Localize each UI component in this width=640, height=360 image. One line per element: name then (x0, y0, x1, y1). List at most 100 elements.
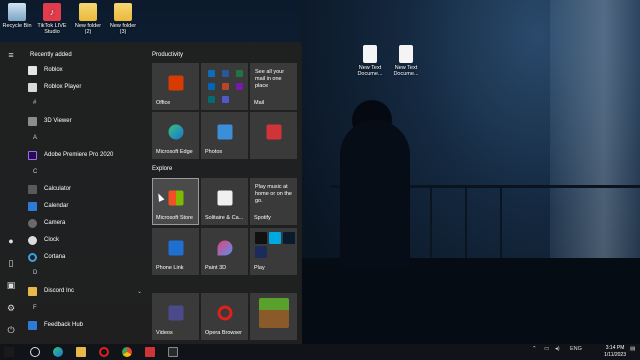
tile-play[interactable]: Play (250, 228, 297, 275)
notifications-icon[interactable]: ▤ (630, 346, 635, 352)
app-list: Recently added Roblox Roblox Player # 3D… (22, 42, 147, 344)
opera-icon (217, 305, 232, 321)
tile-label: Spotify (254, 215, 271, 221)
tile-videos[interactable]: Videos (152, 293, 199, 340)
start-button[interactable] (4, 347, 14, 357)
tile-label: Mail (254, 100, 265, 106)
desktop-icon-new-text-document[interactable]: New Text Docume... (389, 45, 423, 78)
tile-label: Office (156, 100, 171, 106)
tile-phone-link[interactable]: Phone Link (152, 228, 199, 275)
wallpaper-rail-bar (465, 188, 467, 258)
language-indicator[interactable]: ENG (570, 346, 582, 352)
opera-taskbar-icon[interactable] (99, 347, 109, 357)
outlook-icon (208, 70, 215, 77)
desktop-icon-new-folder-2[interactable]: New folder (2) (71, 3, 105, 36)
calculator-icon (28, 184, 37, 194)
app-label: Cortana (44, 254, 66, 260)
hamburger-menu-icon[interactable]: ≡ (6, 50, 16, 60)
tile-photos[interactable]: Photos (201, 112, 248, 159)
tile-news[interactable] (250, 112, 297, 159)
tile-minecraft[interactable] (250, 293, 297, 340)
volume-icon[interactable]: ◂) (555, 346, 560, 352)
pictures-icon[interactable]: ▣ (6, 280, 16, 290)
documents-icon[interactable]: ▯ (6, 258, 16, 268)
teams-icon (222, 96, 229, 103)
desktop-icon-new-text-document[interactable]: New Text Docume... (353, 45, 387, 78)
power-icon[interactable]: ⏻ (6, 325, 16, 335)
tile-office[interactable]: Office (152, 63, 199, 110)
app-feedback-hub[interactable]: Feedback Hub (28, 318, 146, 332)
tile-solitaire[interactable]: Solitaire & Ca... (201, 178, 248, 225)
news-icon (266, 124, 281, 140)
camera-icon (28, 218, 37, 228)
desktop-icon-new-folder-3[interactable]: New folder (3) (106, 3, 140, 36)
app-discord-inc-folder[interactable]: Discord Inc ⌄ (28, 284, 146, 298)
calendar-icon (28, 201, 37, 211)
user-avatar-icon[interactable]: ● (6, 236, 16, 246)
app-cortana[interactable]: Cortana (28, 250, 146, 264)
group-title-productivity: Productivity (152, 52, 184, 58)
start-rail: ≡ ● ▯ ▣ ⚙ ⏻ (0, 42, 22, 344)
settings-gear-icon[interactable]: ⚙ (6, 303, 16, 313)
folder-icon (28, 286, 37, 296)
app-clock[interactable]: Clock (28, 233, 146, 247)
section-letter[interactable]: F (33, 305, 37, 311)
edge-icon (168, 124, 183, 140)
group-title-explore: Explore (152, 166, 173, 172)
app-calendar[interactable]: Calendar (28, 199, 146, 213)
folder-icon (114, 3, 132, 21)
recycle-bin-icon (8, 3, 26, 21)
section-letter[interactable]: # (33, 100, 36, 106)
app-label: Discord Inc (44, 288, 75, 294)
tile-microsoft-edge[interactable]: Microsoft Edge (152, 112, 199, 159)
taskbar: ⌃ ▭ ◂) ENG 3:14 PM 1/11/2023 ▤ (0, 344, 640, 360)
section-letter[interactable]: D (33, 270, 37, 276)
tile-label: Play (254, 265, 265, 271)
tile-office-apps[interactable] (201, 63, 248, 110)
network-icon[interactable]: ▭ (544, 346, 549, 352)
tray-overflow-icon[interactable]: ⌃ (532, 346, 537, 352)
app-3d-viewer[interactable]: 3D Viewer (28, 114, 146, 128)
minecraft-icon (258, 297, 289, 328)
clock-date: 1/11/2023 (604, 351, 626, 358)
tile-label: Solitaire & Ca... (205, 215, 244, 221)
app-tile-icon (283, 232, 295, 244)
section-letter[interactable]: A (33, 135, 37, 141)
tile-label: Videos (156, 330, 173, 336)
tile-label: Paint 3D (205, 265, 227, 271)
desktop-icon-label: New folder (2) (74, 23, 102, 36)
roblox-player-icon (28, 82, 37, 92)
app-camera[interactable]: Camera (28, 216, 146, 230)
section-letter[interactable]: C (33, 169, 37, 175)
excel-icon (236, 70, 243, 77)
desktop-icon-tiktok-live-studio[interactable]: ♪ TikTok LIVE Studio (35, 3, 69, 36)
edge-taskbar-icon[interactable] (53, 347, 63, 357)
search-icon[interactable] (30, 347, 40, 357)
word-icon (222, 70, 229, 77)
chrome-icon[interactable] (122, 347, 132, 357)
3d-viewer-icon (28, 116, 37, 126)
phone-link-icon (168, 240, 183, 256)
terminal-icon[interactable] (168, 347, 178, 357)
powerpoint-icon (222, 83, 229, 90)
mail-promo-text: See all your mail in one place (255, 69, 285, 89)
tile-paint-3d[interactable]: Paint 3D (201, 228, 248, 275)
tiles-panel: Productivity Office See all your mail in… (152, 42, 302, 344)
start-menu: ≡ ● ▯ ▣ ⚙ ⏻ Recently added Roblox Roblox… (0, 42, 302, 344)
chevron-down-icon: ⌄ (136, 288, 142, 295)
file-explorer-icon[interactable] (76, 347, 86, 357)
paint-3d-icon (217, 240, 232, 256)
onenote-icon (236, 83, 243, 90)
onedrive-icon (208, 83, 215, 90)
app-calculator[interactable]: Calculator (28, 182, 146, 196)
desktop-icon-recycle-bin[interactable]: Recycle Bin (0, 3, 34, 29)
taskbar-app-icon[interactable] (145, 347, 155, 357)
app-roblox-player[interactable]: Roblox Player (28, 80, 146, 94)
app-adobe-premiere-pro[interactable]: Adobe Premiere Pro 2020 (28, 148, 146, 162)
tile-opera-browser[interactable]: Opera Browser (201, 293, 248, 340)
app-roblox[interactable]: Roblox (28, 63, 146, 77)
tile-spotify[interactable]: Play music at home or on the go. Spotify (250, 178, 297, 225)
premiere-pro-icon (28, 150, 37, 160)
taskbar-clock[interactable]: 3:14 PM 1/11/2023 (604, 345, 626, 358)
tile-mail[interactable]: See all your mail in one place Mail (250, 63, 297, 110)
